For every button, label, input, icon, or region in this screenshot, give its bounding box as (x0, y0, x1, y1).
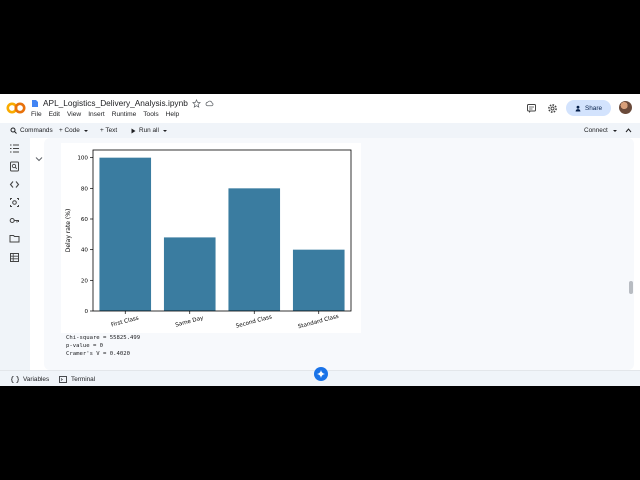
menu-insert[interactable]: Insert (88, 111, 105, 121)
colab-window: APL_Logistics_Delivery_Analysis.ipynb Fi… (0, 94, 640, 386)
toolbar: Commands + Code + Text Run all Connect (0, 123, 640, 138)
p-value-line: p-value = 0 (66, 343, 104, 349)
bar-3 (292, 249, 345, 311)
y-tick-label-0: 0 (84, 309, 88, 315)
test-statistics-output: Chi-square = 55825.499 p-value = 0 Crame… (66, 334, 140, 358)
variables-button[interactable]: Variables (11, 374, 49, 384)
avatar[interactable] (619, 101, 632, 114)
menu-file[interactable]: File (31, 111, 42, 121)
data-table-icon[interactable] (9, 252, 20, 263)
scrollbar-thumb[interactable] (629, 281, 633, 294)
colab-logo[interactable] (6, 101, 26, 115)
add-code-button[interactable]: + Code (59, 125, 89, 136)
table-of-contents-icon[interactable] (9, 143, 20, 154)
y-axis-label: Delay rate (%) (65, 209, 72, 253)
collapse-output-icon[interactable] (35, 156, 43, 162)
comment-icon[interactable] (526, 103, 537, 114)
y-tick-label-3: 60 (81, 217, 89, 223)
search-icon (10, 127, 17, 134)
braces-icon (11, 375, 19, 383)
terminal-icon (59, 375, 67, 383)
gemini-button[interactable] (314, 367, 328, 381)
bar-0 (99, 157, 152, 311)
y-tick-label-2: 40 (81, 248, 89, 254)
variables-inspector-icon[interactable] (9, 197, 20, 208)
secrets-key-icon[interactable] (9, 215, 20, 226)
run-all-button[interactable]: Run all (131, 125, 168, 136)
files-folder-icon[interactable] (9, 233, 20, 244)
person-add-icon (575, 105, 581, 111)
connect-dropdown-icon[interactable] (612, 128, 618, 134)
bar-1 (163, 237, 216, 311)
menu-tools[interactable]: Tools (143, 111, 158, 121)
run-all-label: Run all (139, 127, 159, 134)
drive-file-icon (32, 99, 38, 107)
menu-runtime[interactable]: Runtime (112, 111, 137, 121)
share-label: Share (584, 104, 603, 112)
gemini-sparkle-icon (317, 370, 325, 378)
menu-view[interactable]: View (67, 111, 81, 121)
menu-edit[interactable]: Edit (49, 111, 60, 121)
chevron-down-icon[interactable] (83, 128, 89, 134)
find-replace-icon[interactable] (9, 161, 20, 172)
code-snippets-icon[interactable] (9, 179, 20, 190)
play-icon (131, 128, 136, 133)
chi-square-line: Chi-square = 55825.499 (66, 335, 141, 341)
left-sidebar (0, 138, 30, 370)
cramers-v-line: Cramer's V = 0.4020 (66, 351, 130, 357)
terminal-label: Terminal (71, 375, 96, 383)
connect-button[interactable]: Connect (584, 125, 608, 136)
menu-bar: File Edit View Insert Runtime Tools Help (31, 111, 179, 121)
header: APL_Logistics_Delivery_Analysis.ipynb Fi… (0, 94, 640, 123)
menu-help[interactable]: Help (166, 111, 180, 121)
star-icon[interactable] (191, 98, 201, 108)
share-button[interactable]: Share (566, 100, 611, 116)
settings-gear-icon[interactable] (547, 103, 558, 114)
commands-button[interactable]: Commands (10, 125, 53, 136)
cloud-sync-icon[interactable] (205, 99, 214, 108)
add-text-button[interactable]: + Text (100, 125, 117, 136)
bar-2 (228, 188, 281, 311)
variables-label: Variables (23, 375, 50, 383)
y-tick-label-5: 100 (77, 156, 88, 162)
y-tick-label-1: 20 (81, 278, 89, 284)
chevron-up-icon[interactable] (625, 127, 632, 134)
chevron-down-icon[interactable] (162, 128, 168, 134)
connect-label: Connect (584, 127, 608, 134)
add-code-label: + Code (59, 127, 80, 134)
bar-chart: 020406080100First Class Same Day Second Cl… (61, 143, 361, 333)
y-tick-label-4: 80 (81, 186, 89, 192)
commands-label: Commands (20, 127, 53, 134)
add-text-label: + Text (100, 127, 118, 134)
terminal-button[interactable]: Terminal (59, 374, 95, 384)
notebook-content: 0 20 40 60 80 100 First Class Same Day Second Cl… (30, 138, 640, 370)
notebook-title[interactable]: APL_Logistics_Delivery_Analysis.ipynb (43, 98, 188, 108)
